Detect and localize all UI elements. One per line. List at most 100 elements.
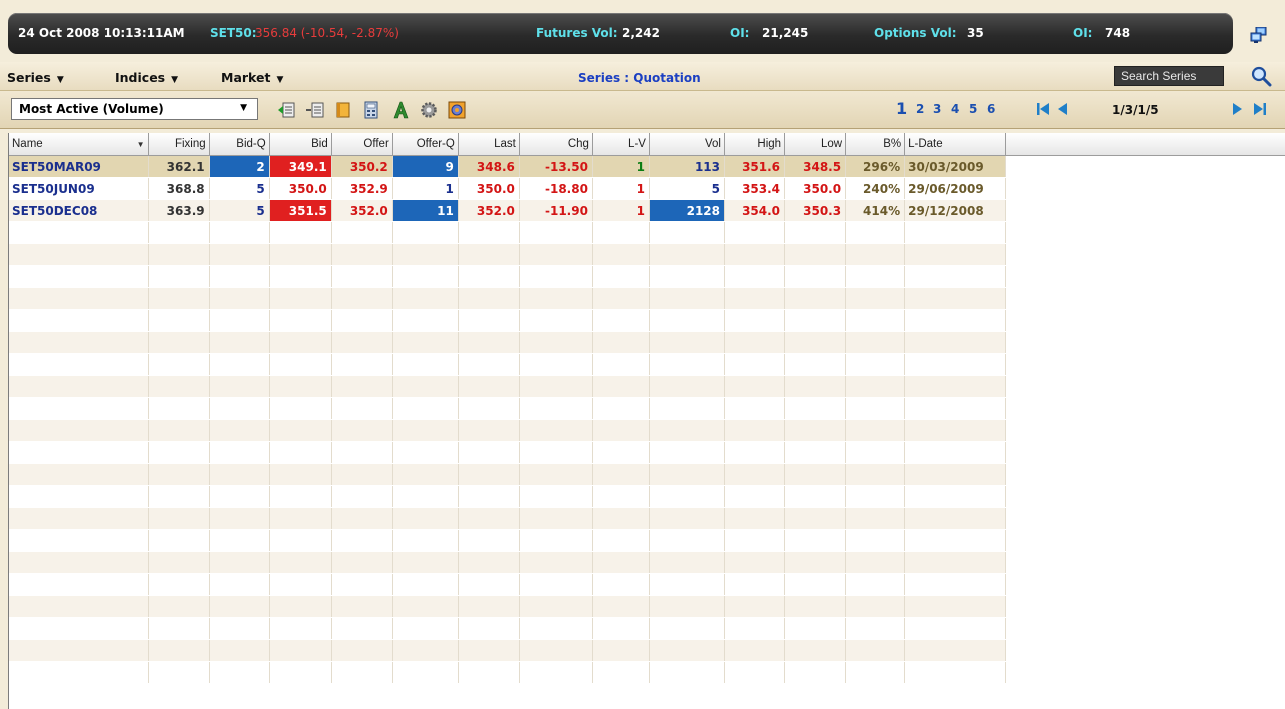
column-header-bid[interactable]: Bid — [269, 133, 332, 156]
empty-cell — [269, 485, 332, 508]
empty-cell — [9, 507, 149, 530]
page-link-4[interactable]: 4 — [951, 102, 959, 116]
page-link-2[interactable]: 2 — [916, 102, 924, 116]
empty-cell — [9, 661, 149, 684]
search-series-input[interactable] — [1114, 66, 1224, 86]
empty-cell — [845, 397, 906, 420]
book-icon[interactable] — [334, 101, 352, 119]
empty-cell — [592, 551, 650, 574]
menu-series[interactable]: Series ▼ — [7, 70, 64, 85]
calculator-icon[interactable] — [362, 101, 380, 119]
cell-name: SET50DEC08 — [9, 199, 149, 222]
column-header-offer[interactable]: Offer — [331, 133, 393, 156]
empty-cell — [592, 595, 650, 618]
empty-cell — [649, 243, 726, 266]
last-page-icon[interactable] — [1252, 101, 1268, 117]
gear-icon[interactable] — [420, 101, 438, 119]
empty-cell — [1005, 243, 1285, 266]
column-header-vol[interactable]: Vol — [649, 133, 726, 156]
empty-cell — [724, 265, 786, 288]
empty-cell — [269, 375, 332, 398]
empty-cell — [904, 243, 1007, 266]
menu-indices[interactable]: Indices ▼ — [115, 70, 178, 85]
page-info: 1/3/1/5 — [1112, 103, 1159, 117]
empty-cell — [845, 529, 906, 552]
empty-cell — [784, 419, 847, 442]
ticker-futures-oi-label: OI: — [730, 26, 750, 40]
toolbar: Most Active (Volume) ▼ 1 2 3 4 5 6 1/3/1… — [0, 91, 1285, 129]
search-icon[interactable] — [1250, 65, 1272, 87]
empty-cell — [784, 507, 847, 530]
column-header-name[interactable]: Name ▼ — [9, 133, 149, 156]
remove-series-icon[interactable] — [306, 101, 324, 119]
font-icon[interactable] — [392, 101, 410, 119]
first-page-icon[interactable] — [1035, 101, 1051, 117]
column-header-chg[interactable]: Chg — [519, 133, 593, 156]
empty-cell — [269, 353, 332, 376]
page-link-5[interactable]: 5 — [969, 102, 977, 116]
network-status-icon[interactable] — [1250, 27, 1268, 43]
table-row[interactable]: SET50JUN09 368.8 5 350.0 352.9 1 350.0 -… — [9, 177, 1285, 200]
empty-cell — [269, 397, 332, 420]
empty-cell — [148, 573, 210, 596]
column-header-bid-q[interactable]: Bid-Q — [209, 133, 270, 156]
empty-row — [9, 595, 1285, 618]
empty-cell — [845, 221, 906, 244]
empty-cell — [592, 529, 650, 552]
page-link-6[interactable]: 6 — [987, 102, 995, 116]
ticker-futures-vol-label: Futures Vol: — [536, 26, 618, 40]
empty-cell — [784, 375, 847, 398]
page-link-3[interactable]: 3 — [933, 102, 941, 116]
column-header-last[interactable]: Last — [458, 133, 520, 156]
cell-fixing: 362.1 — [148, 155, 210, 178]
table-row[interactable]: SET50MAR09 362.1 2 349.1 350.2 9 348.6 -… — [9, 155, 1285, 178]
column-header-high[interactable]: High — [724, 133, 786, 156]
menu-market[interactable]: Market ▼ — [221, 70, 283, 85]
empty-cell — [519, 595, 593, 618]
empty-cell — [724, 551, 786, 574]
export-icon[interactable] — [448, 101, 466, 119]
empty-cell — [269, 573, 332, 596]
page-link-1[interactable]: 1 — [896, 99, 907, 118]
empty-cell — [845, 331, 906, 354]
empty-cell — [592, 485, 650, 508]
column-header-label: Name — [12, 138, 43, 150]
empty-cell — [458, 529, 520, 552]
empty-cell — [269, 617, 332, 640]
column-header-b-pct[interactable]: B% — [845, 133, 906, 156]
column-header-l-date[interactable]: L-Date — [904, 133, 1007, 156]
empty-cell — [904, 617, 1007, 640]
cell-spacer — [1005, 177, 1285, 200]
empty-cell — [592, 287, 650, 310]
empty-cell — [784, 573, 847, 596]
column-header-fixing[interactable]: Fixing — [148, 133, 210, 156]
empty-cell — [845, 661, 906, 684]
empty-cell — [592, 309, 650, 332]
empty-cell — [724, 441, 786, 464]
empty-cell — [519, 375, 593, 398]
empty-cell — [784, 221, 847, 244]
empty-cell — [458, 419, 520, 442]
prev-page-icon[interactable] — [1055, 101, 1071, 117]
empty-cell — [331, 309, 393, 332]
table-row[interactable]: SET50DEC08 363.9 5 351.5 352.0 11 352.0 … — [9, 199, 1285, 222]
empty-cell — [784, 243, 847, 266]
cell-vol: 2128 — [649, 199, 726, 222]
add-series-icon[interactable] — [277, 101, 295, 119]
filter-arrow-icon[interactable]: ▼ — [137, 140, 145, 149]
empty-cell — [649, 221, 726, 244]
column-header-low[interactable]: Low — [784, 133, 847, 156]
column-header-offer-q[interactable]: Offer-Q — [392, 133, 459, 156]
column-header-l-v[interactable]: L-V — [592, 133, 650, 156]
next-page-icon[interactable] — [1229, 101, 1245, 117]
empty-cell — [392, 265, 459, 288]
empty-cell — [148, 595, 210, 618]
empty-cell — [458, 287, 520, 310]
filter-dropdown[interactable]: Most Active (Volume) ▼ — [11, 98, 258, 120]
empty-cell — [519, 309, 593, 332]
empty-cell — [519, 397, 593, 420]
empty-cell — [519, 463, 593, 486]
empty-cell — [331, 397, 393, 420]
empty-cell — [148, 661, 210, 684]
empty-cell — [1005, 287, 1285, 310]
